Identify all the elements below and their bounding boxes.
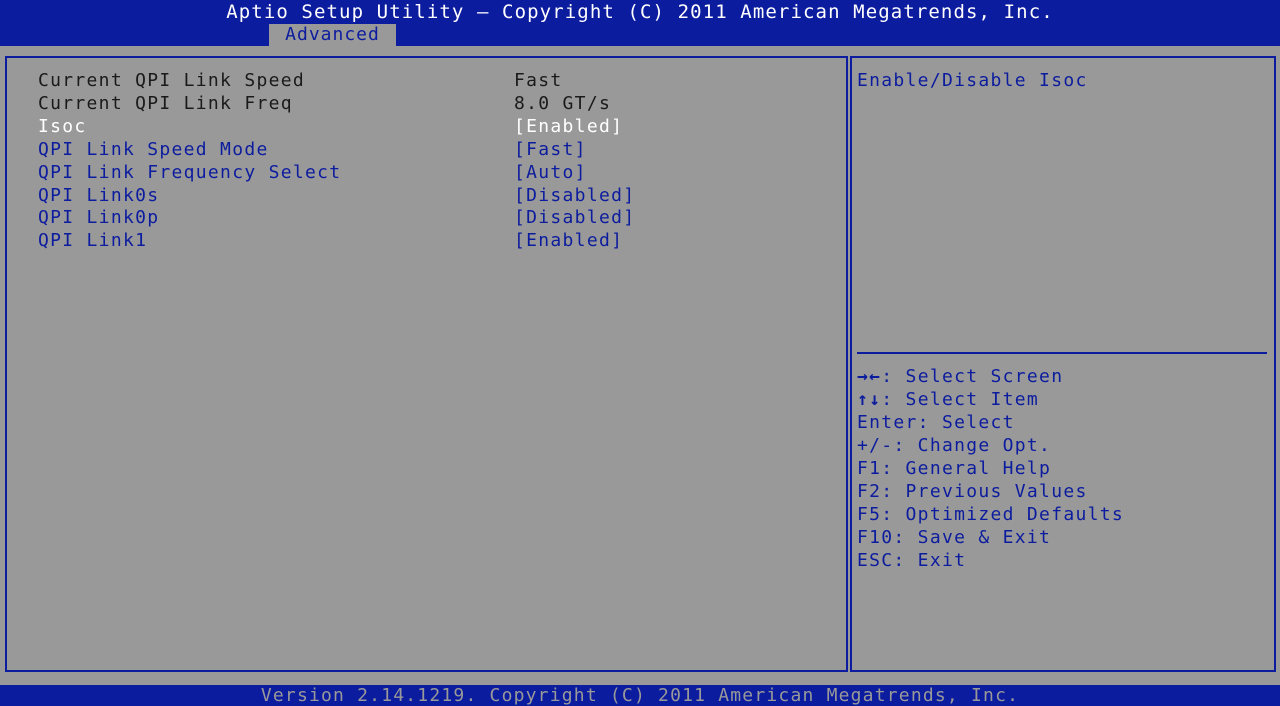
- key-hint-text: F1: General Help: [857, 458, 1052, 479]
- key-hint-text: F2: Previous Values: [857, 481, 1088, 502]
- tab-advanced[interactable]: Advanced: [269, 24, 396, 46]
- key-hint-save-exit: F10: Save & Exit: [857, 526, 1124, 549]
- setting-row-qpi-link0p[interactable]: QPI Link0p [Disabled]: [38, 206, 838, 229]
- setting-row-qpi-link1[interactable]: QPI Link1 [Enabled]: [38, 229, 838, 252]
- version-footer: Version 2.14.1219. Copyright (C) 2011 Am…: [260, 685, 1020, 706]
- setting-label: Isoc: [38, 116, 87, 137]
- help-panel: [850, 56, 1276, 672]
- key-hint-text: F10: Save & Exit: [857, 527, 1052, 548]
- setting-value[interactable]: [Disabled]: [514, 206, 635, 229]
- key-hint-exit: ESC: Exit: [857, 549, 1124, 572]
- setting-label: QPI Link0s: [38, 185, 160, 206]
- setting-value: 8.0 GT/s: [514, 93, 612, 114]
- up-down-arrows-icon: ↑↓: [857, 389, 882, 410]
- setting-row-isoc[interactable]: Isoc [Enabled]: [38, 115, 838, 138]
- help-divider: [857, 352, 1267, 354]
- setting-label: QPI Link0p: [38, 207, 160, 228]
- item-help-text: Enable/Disable Isoc: [857, 70, 1088, 91]
- key-hint-text: Enter: Select: [857, 412, 1015, 433]
- key-hint-text: +/-: Change Opt.: [857, 435, 1052, 456]
- setting-label: Current QPI Link Speed: [38, 70, 306, 91]
- key-hint-text: ESC: Exit: [857, 550, 967, 571]
- key-hint-text: : Select Item: [881, 389, 1040, 410]
- setting-row-qpi-link0s[interactable]: QPI Link0s [Disabled]: [38, 184, 838, 207]
- key-hint-general-help: F1: General Help: [857, 457, 1124, 480]
- setting-row-current-qpi-link-speed: Current QPI Link Speed Fast: [38, 69, 838, 92]
- setting-value[interactable]: [Auto]: [514, 161, 587, 184]
- title-bar: Aptio Setup Utility – Copyright (C) 2011…: [0, 0, 1280, 46]
- bios-screen: Aptio Setup Utility – Copyright (C) 2011…: [0, 0, 1280, 706]
- setting-value[interactable]: [Disabled]: [514, 184, 635, 207]
- key-legend: →←: Select Screen ↑↓: Select Item Enter:…: [857, 365, 1124, 572]
- setup-title: Aptio Setup Utility – Copyright (C) 2011…: [226, 1, 1054, 23]
- key-hint-optimized-defaults: F5: Optimized Defaults: [857, 503, 1124, 526]
- setting-row-qpi-link-frequency-select[interactable]: QPI Link Frequency Select [Auto]: [38, 161, 838, 184]
- key-hint-select-screen: →←: Select Screen: [857, 365, 1124, 388]
- key-hint-text: : Select Screen: [881, 366, 1064, 387]
- setting-row-qpi-link-speed-mode[interactable]: QPI Link Speed Mode [Fast]: [38, 138, 838, 161]
- setting-label: QPI Link Speed Mode: [38, 139, 269, 160]
- key-hint-text: F5: Optimized Defaults: [857, 504, 1125, 525]
- setting-value[interactable]: [Enabled]: [514, 229, 623, 252]
- setting-row-current-qpi-link-freq: Current QPI Link Freq 8.0 GT/s: [38, 92, 838, 115]
- footer-bar: Version 2.14.1219. Copyright (C) 2011 Am…: [0, 685, 1280, 706]
- setting-label: Current QPI Link Freq: [38, 93, 293, 114]
- setting-value[interactable]: [Fast]: [514, 138, 587, 161]
- setting-label: QPI Link Frequency Select: [38, 162, 342, 183]
- left-right-arrows-icon: →←: [857, 366, 882, 387]
- key-hint-select-item: ↑↓: Select Item: [857, 388, 1124, 411]
- key-hint-change-opt: +/-: Change Opt.: [857, 434, 1124, 457]
- setting-label: QPI Link1: [38, 230, 148, 251]
- key-hint-enter: Enter: Select: [857, 411, 1124, 434]
- setting-value[interactable]: [Enabled]: [514, 115, 623, 138]
- setting-value: Fast: [514, 70, 563, 91]
- key-hint-previous-values: F2: Previous Values: [857, 480, 1124, 503]
